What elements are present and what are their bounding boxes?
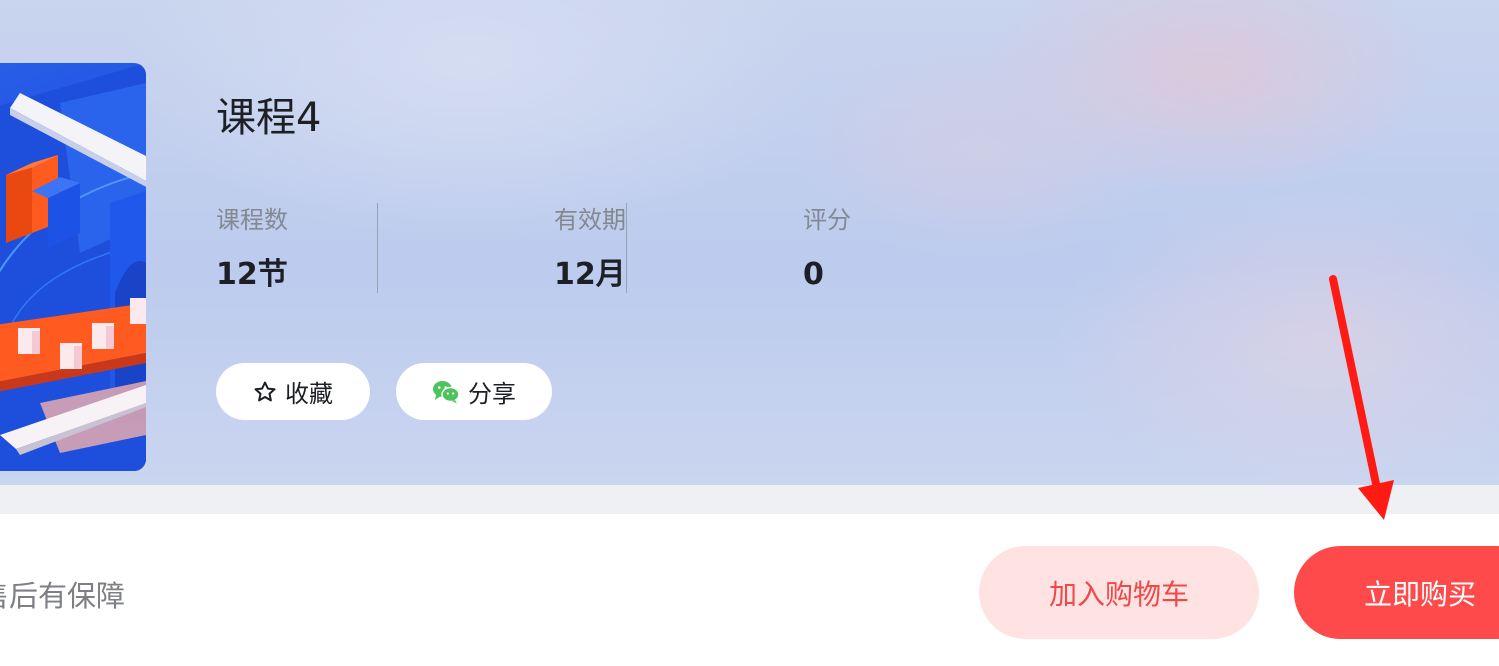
section-divider <box>0 485 1499 514</box>
buy-now-button[interactable]: 立即购买 <box>1294 546 1499 639</box>
stat-label: 课程数 <box>216 206 288 234</box>
add-to-cart-button[interactable]: 加入购物车 <box>979 546 1259 639</box>
wechat-icon <box>432 380 460 404</box>
share-button[interactable]: 分享 <box>396 363 552 420</box>
purchase-bar: 售后有保障 加入购物车 立即购买 <box>0 514 1499 666</box>
favorite-button[interactable]: 收藏 <box>216 363 370 420</box>
stat-label: 评分 <box>803 206 851 234</box>
stat-lesson-count: 课程数 12节 <box>216 203 465 293</box>
course-thumbnail <box>0 63 146 471</box>
course-hero-banner: 课程4 课程数 12节 有效期 12月 评分 0 收藏 分享 <box>0 0 1499 485</box>
course-actions: 收藏 分享 <box>216 363 552 420</box>
stat-value: 0 <box>803 257 824 292</box>
after-sales-guarantee-text: 售后有保障 <box>0 579 126 613</box>
stat-label: 有效期 <box>554 206 626 234</box>
course-stats: 课程数 12节 有效期 12月 评分 0 <box>216 203 963 293</box>
course-thumbnail-illustration <box>0 63 146 471</box>
share-label: 分享 <box>468 380 516 408</box>
course-title: 课程4 <box>216 95 322 141</box>
stat-value: 12月 <box>554 257 626 292</box>
stat-rating: 评分 0 <box>626 203 963 293</box>
stat-value: 12节 <box>216 257 288 292</box>
favorite-label: 收藏 <box>285 380 333 408</box>
stat-validity: 有效期 12月 <box>377 203 714 293</box>
star-outline-icon <box>253 380 277 404</box>
